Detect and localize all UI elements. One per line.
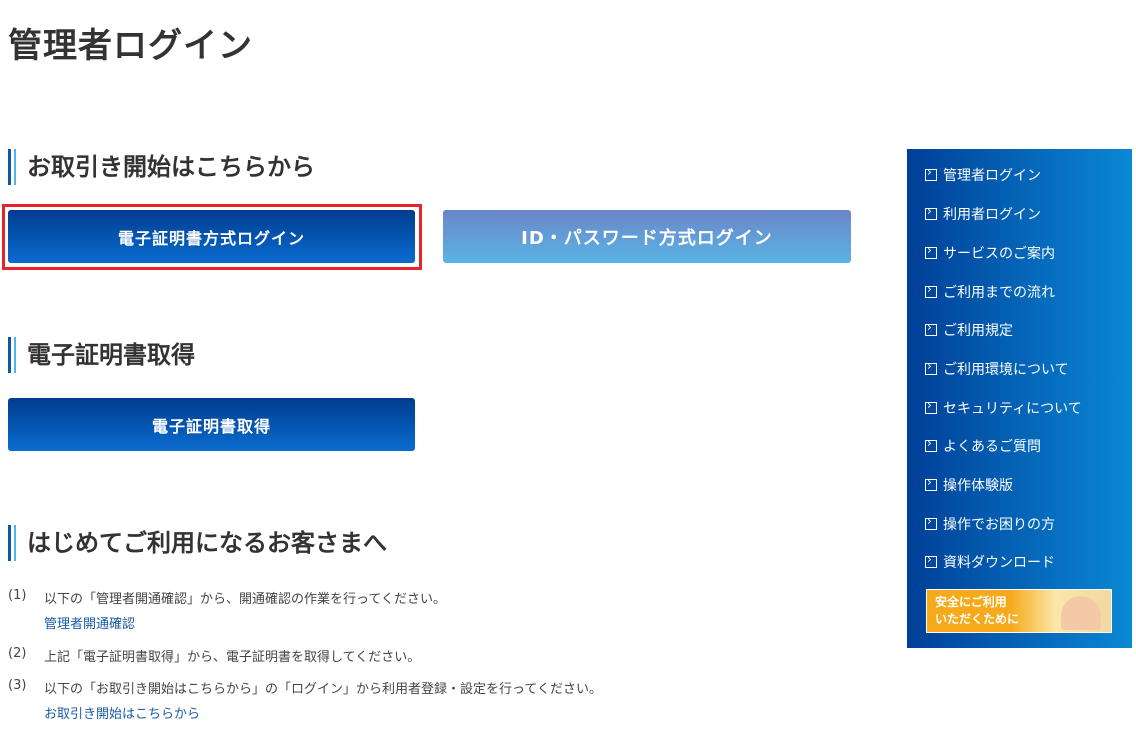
sidebar-item-label: 操作でお困りの方 [943,517,1055,533]
id-password-login-button[interactable]: ID・パスワード方式ログイン [443,210,851,263]
sidebar-item-flow[interactable]: ご利用までの流れ [925,282,1055,302]
sidebar-item-admin-login[interactable]: 管理者ログイン [925,165,1041,185]
section-heading-cert-get: 電子証明書取得 [8,337,195,373]
start-transaction-link[interactable]: お取引き開始はこちらから [44,703,200,722]
arrow-box-icon [925,204,937,220]
arrow-box-icon [925,514,937,530]
sidebar-item-label: 操作体験版 [943,478,1013,494]
sidebar-item-label: ご利用規定 [943,323,1013,339]
page-title: 管理者ログイン [8,26,253,66]
arrow-box-icon [925,436,937,452]
sidebar-item-security[interactable]: セキュリティについて [925,398,1082,418]
section-heading-first-time: はじめてご利用になるお客さまへ [8,525,387,561]
sidebar-item-user-login[interactable]: 利用者ログイン [925,204,1041,224]
sidebar-item-label: サービスのご案内 [943,246,1055,262]
step-text: 以下の「お取引き開始はこちらから」の「ログイン」から利用者登録・設定を行ってくだ… [44,682,602,697]
sidebar-item-label: 利用者ログイン [943,207,1041,223]
arrow-box-icon [925,475,937,491]
arrow-box-icon [925,398,937,414]
arrow-box-icon [925,165,937,181]
sidebar-item-label: ご利用環境について [943,362,1069,378]
banner-person-image [1061,596,1101,630]
sidebar-item-label: よくあるご質問 [943,439,1041,455]
sidebar-item-faq[interactable]: よくあるご質問 [925,436,1041,456]
section-heading-start: お取引き開始はこちらから [8,149,315,185]
sidebar-item-help[interactable]: 操作でお困りの方 [925,514,1055,534]
certificate-login-button[interactable]: 電子証明書方式ログイン [8,210,415,263]
sidebar-item-label: 管理者ログイン [943,168,1041,184]
arrow-box-icon [925,243,937,259]
sidebar-item-label: セキュリティについて [943,401,1082,417]
sidebar-item-service-guide[interactable]: サービスのご案内 [925,243,1055,263]
step-text: 以下の「管理者開通確認」から、開通確認の作業を行ってください。 [44,592,446,607]
sidebar-item-terms[interactable]: ご利用規定 [925,320,1013,340]
sidebar-item-environment[interactable]: ご利用環境について [925,359,1069,379]
sidebar-nav: 管理者ログイン 利用者ログイン サービスのご案内 ご利用までの流れ ご利用規定 … [907,149,1132,648]
sidebar-item-label: 資料ダウンロード [943,555,1055,571]
sidebar-item-downloads[interactable]: 資料ダウンロード [925,552,1055,572]
step-number: (2) [8,646,27,661]
step-text: 上記「電子証明書取得」から、電子証明書を取得してください。 [44,650,421,665]
arrow-box-icon [925,359,937,375]
sidebar-item-demo[interactable]: 操作体験版 [925,475,1013,495]
banner-line-1: 安全にご利用 [935,595,1007,609]
safety-banner[interactable]: 安全にご利用 いただくために [926,589,1112,633]
step-number: (1) [8,588,27,603]
banner-text: 安全にご利用 いただくために [935,594,1035,628]
arrow-box-icon [925,552,937,568]
arrow-box-icon [925,282,937,298]
step-number: (3) [8,678,27,693]
sidebar-item-label: ご利用までの流れ [943,285,1055,301]
arrow-box-icon [925,320,937,336]
admin-activation-link[interactable]: 管理者開通確認 [44,613,135,632]
certificate-get-button[interactable]: 電子証明書取得 [8,398,415,451]
banner-line-2: いただくために [935,612,1020,626]
